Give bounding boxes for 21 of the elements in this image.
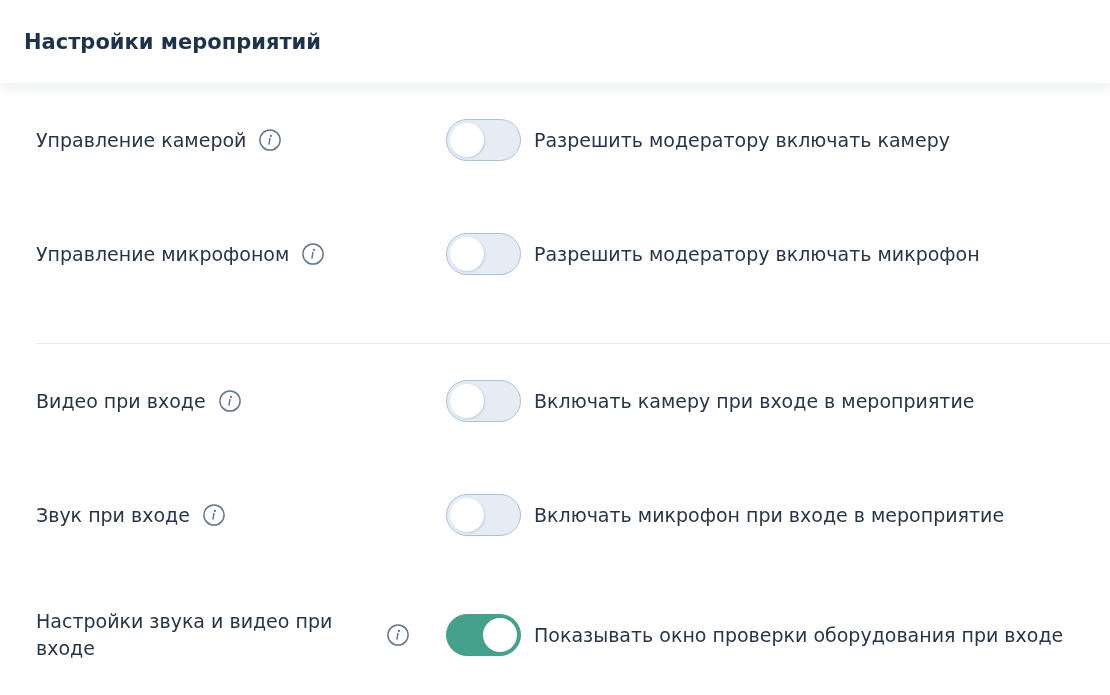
page-title: Настройки мероприятий [24, 29, 322, 54]
toggle-description: Включать камеру при входе в мероприятие [534, 390, 975, 412]
setting-label: Управление микрофоном [36, 241, 290, 267]
setting-label: Звук при входе [36, 502, 190, 528]
toggle-switch[interactable] [446, 494, 521, 536]
toggle-description: Разрешить модератору включать микрофон [534, 243, 980, 265]
toggle-description: Включать микрофон при входе в мероприятие [534, 504, 1005, 526]
toggle-switch[interactable] [446, 233, 521, 275]
toggle-switch[interactable] [446, 614, 521, 656]
toggle-switch[interactable] [446, 380, 521, 422]
setting-label: Видео при входе [36, 388, 206, 414]
toggle-description: Показывать окно проверки оборудования при входе [534, 624, 1064, 646]
toggle-description: Разрешить модератору включать камеру [534, 129, 950, 151]
info-icon[interactable] [259, 129, 282, 151]
info-icon[interactable] [387, 624, 409, 646]
toggle-switch[interactable] [446, 119, 521, 161]
setting-label: Управление камерой [36, 127, 247, 153]
setting-label: Настройки звука и видео при входе [36, 609, 334, 661]
info-icon[interactable] [302, 243, 325, 265]
info-icon[interactable] [202, 504, 225, 526]
info-icon[interactable] [218, 390, 241, 412]
